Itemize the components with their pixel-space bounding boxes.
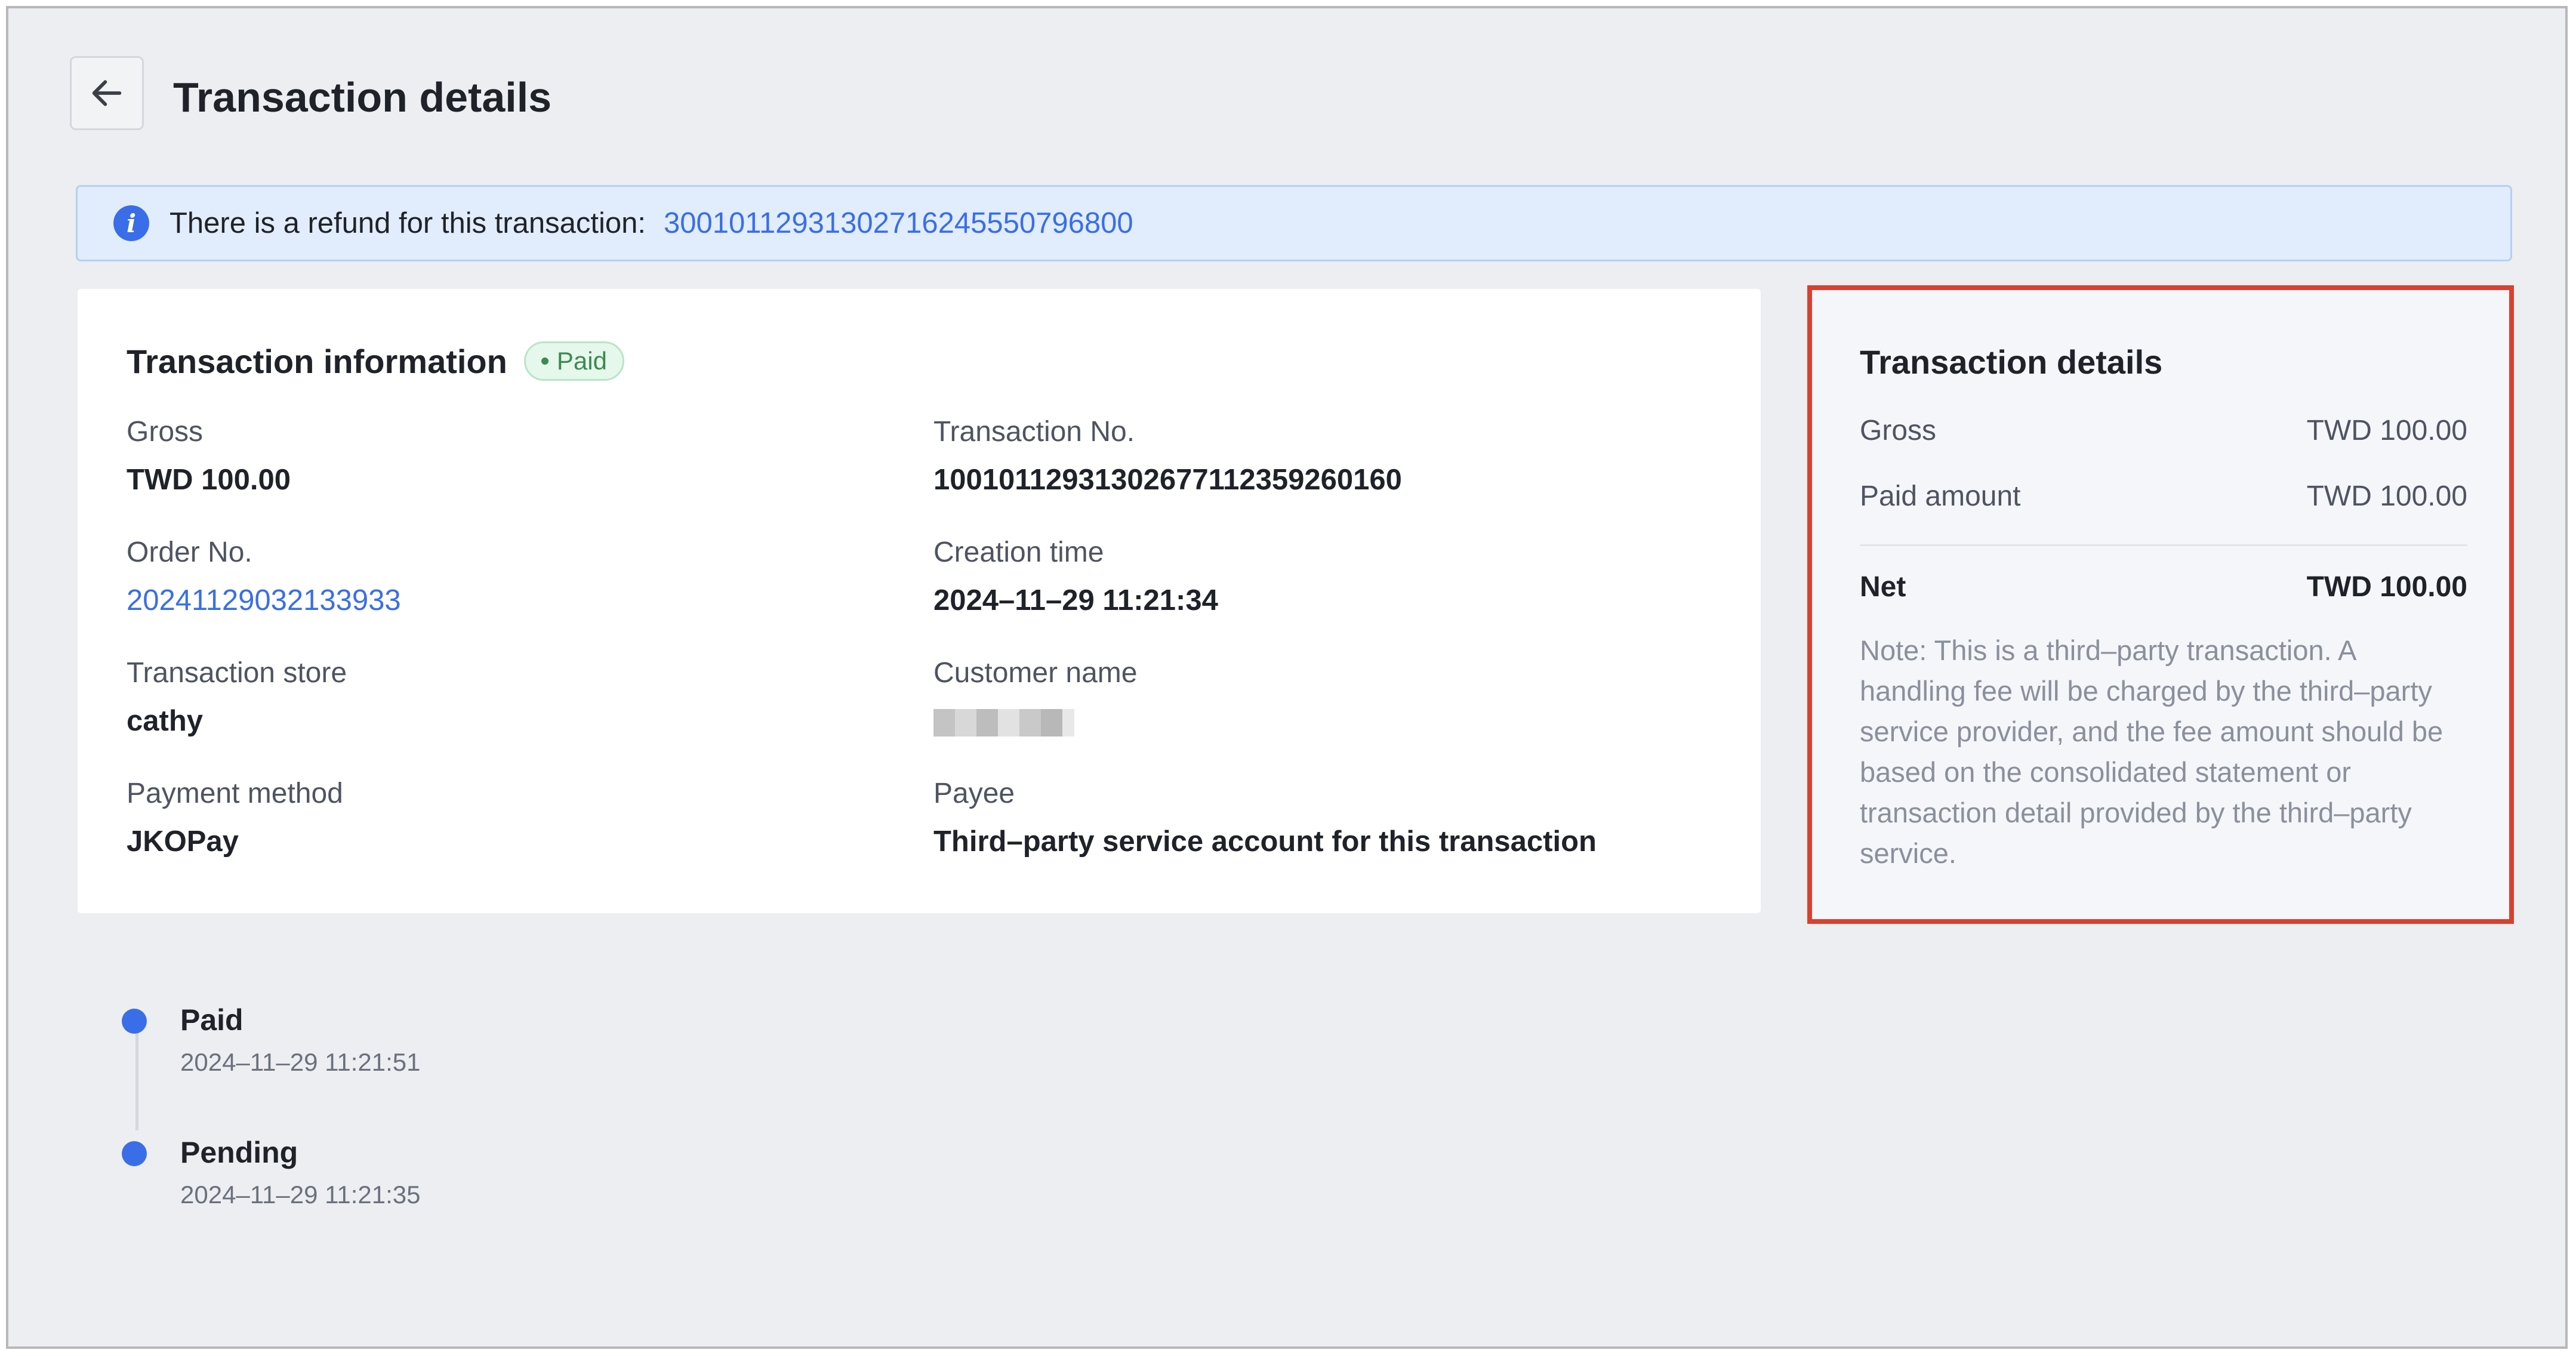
app-window: Transaction details i There is a refund … (6, 6, 2568, 1349)
field-value: 2024–11–29 11:21:34 (933, 584, 1218, 617)
field-payee: Payee Third–party service account for th… (933, 776, 1597, 859)
timeline-dot-icon (122, 1141, 147, 1166)
arrow-left-icon (92, 80, 122, 106)
field-label: Order No. (127, 537, 252, 568)
transaction-information-card: Transaction information Paid Gross TWD 1… (78, 289, 1761, 913)
row-value: TWD 100.00 (2306, 480, 2467, 512)
card-title-row: Transaction information Paid (127, 341, 624, 381)
row-label: Paid amount (1860, 480, 2021, 512)
field-customer-name: Customer name (933, 655, 1137, 736)
third-party-note: Note: This is a third–party transaction.… (1860, 634, 2443, 869)
order-no-link[interactable]: 20241129032133933 (127, 583, 401, 618)
info-icon: i (113, 205, 149, 241)
field-label: Gross (127, 416, 204, 448)
field-payment-method: Payment method JKOPay (127, 776, 343, 859)
field-creation-time: Creation time 2024–11–29 11:21:34 (933, 535, 1218, 618)
timeline-time: 2024–11–29 11:21:51 (180, 1048, 421, 1076)
field-value: cathy (127, 705, 204, 737)
field-value: Third–party service account for this tra… (933, 825, 1597, 858)
timeline-item-paid: Paid 2024–11–29 11:21:51 (122, 999, 421, 1080)
row-value: TWD 100.00 (2306, 571, 2467, 603)
redacted-customer-name (933, 709, 1137, 736)
timeline-text: Pending 2024–11–29 11:21:35 (180, 1132, 421, 1213)
timeline-status: Pending (180, 1136, 298, 1169)
refund-banner-text: There is a refund for this transaction: (170, 207, 646, 239)
field-label: Transaction store (127, 657, 347, 689)
field-transaction-store: Transaction store cathy (127, 655, 347, 739)
row-label: Net (1860, 571, 1906, 603)
status-dot-icon (541, 358, 549, 365)
field-value: TWD 100.00 (127, 464, 291, 496)
field-value: JKOPay (127, 825, 239, 858)
timeline-text: Paid 2024–11–29 11:21:51 (180, 999, 421, 1080)
transaction-details-card: Transaction details Gross TWD 100.00 Pai… (1807, 285, 2514, 924)
refund-transaction-link[interactable]: 3001011293130271624555079680​0 (664, 207, 1133, 240)
details-row-paid-amount: Paid amount TWD 100.00 (1860, 479, 2467, 514)
refund-banner: i There is a refund for this transaction… (76, 185, 2512, 261)
status-badge-label: Paid (556, 347, 607, 375)
field-value: 1001011293130267711235926016​0 (933, 464, 1402, 496)
field-gross: Gross TWD 100.00 (127, 414, 291, 498)
timeline-item-pending: Pending 2024–11–29 11:21:35 (122, 1132, 421, 1213)
field-order-no: Order No. 20241129032133933 (127, 535, 401, 618)
details-title: Transaction details (1860, 343, 2163, 381)
timeline-dot-icon (122, 1009, 147, 1034)
field-label: Payee (933, 778, 1015, 809)
row-value: TWD 100.00 (2306, 415, 2467, 446)
details-row-net: Net TWD 100.00 (1860, 569, 2467, 605)
page-title: Transaction details (173, 74, 552, 121)
status-badge: Paid (523, 341, 624, 381)
field-label: Customer name (933, 657, 1138, 689)
divider (1860, 544, 2467, 546)
field-label: Transaction No. (933, 416, 1135, 448)
field-transaction-no: Transaction No. 100101129313026771123592… (933, 414, 1402, 498)
details-row-gross: Gross TWD 100.00 (1860, 413, 2467, 449)
card-title: Transaction information (127, 342, 507, 380)
field-label: Payment method (127, 778, 343, 809)
row-label: Gross (1860, 415, 1937, 446)
timeline-status: Paid (180, 1003, 244, 1037)
timeline-time: 2024–11–29 11:21:35 (180, 1181, 421, 1209)
back-button[interactable] (70, 56, 144, 130)
field-label: Creation time (933, 537, 1104, 568)
